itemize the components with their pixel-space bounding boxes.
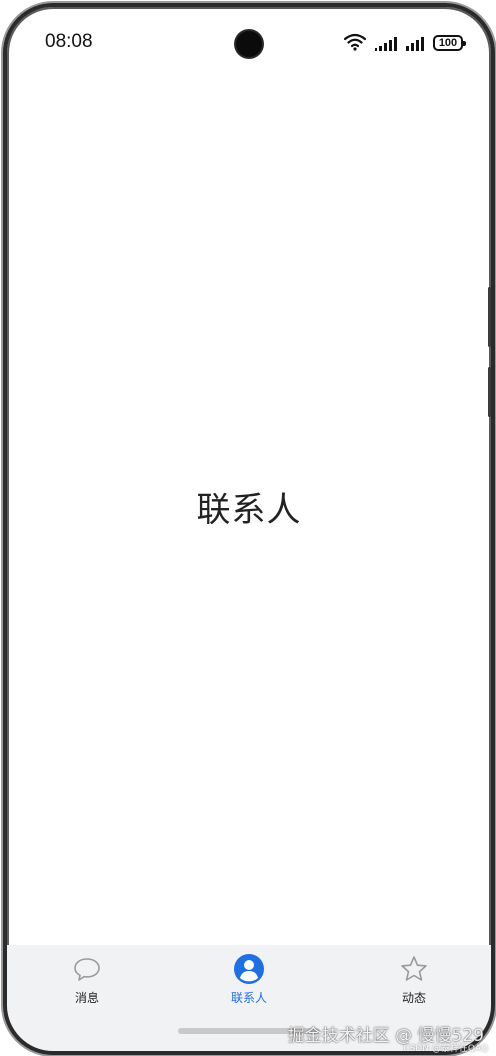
signal-icon (375, 37, 397, 51)
wifi-icon (344, 33, 366, 51)
status-icons: 100 (344, 31, 466, 51)
battery-icon: 100 (433, 35, 466, 51)
phone-frame: 08:08 100 联系人 消息 联系人 动态 (3, 3, 495, 1055)
status-bar: 08:08 100 (7, 7, 491, 67)
chat-bubble-icon (74, 958, 100, 981)
tab-moments-label: 动态 (401, 991, 426, 1005)
tab-messages[interactable]: 消息 (42, 953, 132, 1009)
tab-moments[interactable]: 动态 (369, 953, 459, 1009)
volume-button (488, 287, 491, 347)
star-icon (401, 956, 427, 981)
power-button (488, 367, 491, 417)
watermark-sub: CSDN @泰祥在QAQ (403, 1044, 488, 1054)
person-icon (234, 954, 264, 984)
tab-contacts[interactable]: 联系人 (204, 953, 294, 1009)
front-camera (236, 31, 262, 57)
tab-messages-label: 消息 (74, 991, 99, 1005)
status-time: 08:08 (45, 31, 93, 52)
tab-contacts-label: 联系人 (230, 991, 267, 1005)
page-title: 联系人 (196, 490, 302, 530)
signal-icon (406, 37, 424, 51)
